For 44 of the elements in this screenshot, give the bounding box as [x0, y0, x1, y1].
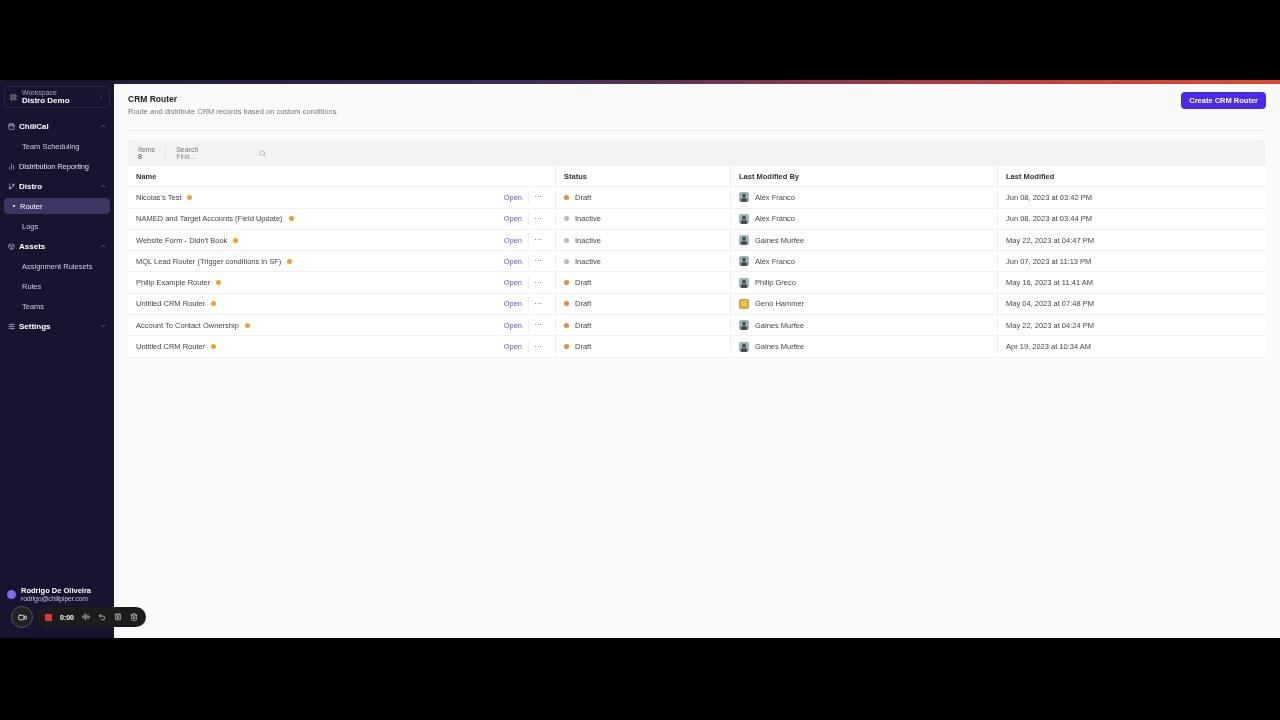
sidebar-section[interactable]: Distro	[4, 176, 110, 196]
user-avatar	[739, 341, 749, 352]
marker-dot	[244, 322, 250, 328]
branch-icon	[8, 182, 15, 190]
search-icon	[259, 149, 267, 157]
grid-icon	[10, 93, 17, 101]
user-avatar	[739, 235, 749, 246]
marker-dot	[233, 237, 239, 243]
user-avatar	[7, 589, 16, 599]
user-avatar	[739, 213, 749, 224]
sidebar-section[interactable]: Assets	[4, 236, 110, 256]
marker-dot	[211, 301, 217, 307]
sidebar-section[interactable]: Settings	[4, 316, 110, 336]
chevron-right-icon	[98, 94, 104, 100]
more-button[interactable]: ···	[528, 296, 547, 311]
undo-button[interactable]	[98, 613, 106, 621]
video-camera-icon	[17, 612, 27, 622]
more-button[interactable]: ···	[528, 254, 547, 269]
page-title: CRM Router	[128, 94, 179, 104]
more-button[interactable]: ···	[528, 318, 547, 333]
sliders-icon	[8, 322, 15, 330]
more-button[interactable]: ···	[528, 190, 547, 205]
marker-dot	[288, 216, 294, 222]
more-button[interactable]: ···	[528, 275, 547, 290]
stop-button[interactable]	[45, 613, 52, 621]
marker-dot	[287, 258, 293, 264]
waveform-button[interactable]	[82, 613, 90, 621]
more-button[interactable]: ···	[528, 339, 547, 354]
bar-chart-icon	[8, 162, 15, 170]
pause-button[interactable]	[114, 613, 122, 621]
box-icon	[8, 242, 15, 250]
sidebar-section[interactable]: ChiliCal	[4, 116, 110, 136]
user-avatar	[739, 192, 749, 203]
more-button[interactable]: ···	[528, 211, 547, 226]
workspace-name: Distro Demo	[22, 96, 71, 105]
user-avatar	[739, 277, 749, 288]
user-avatar	[739, 256, 749, 267]
user-avatar	[739, 320, 749, 331]
calendar-icon	[8, 122, 15, 130]
marker-dot	[187, 194, 193, 200]
marker-dot	[216, 280, 222, 286]
delete-button[interactable]	[130, 613, 138, 621]
marker-dot	[211, 344, 217, 349]
more-button[interactable]: ···	[528, 233, 547, 248]
